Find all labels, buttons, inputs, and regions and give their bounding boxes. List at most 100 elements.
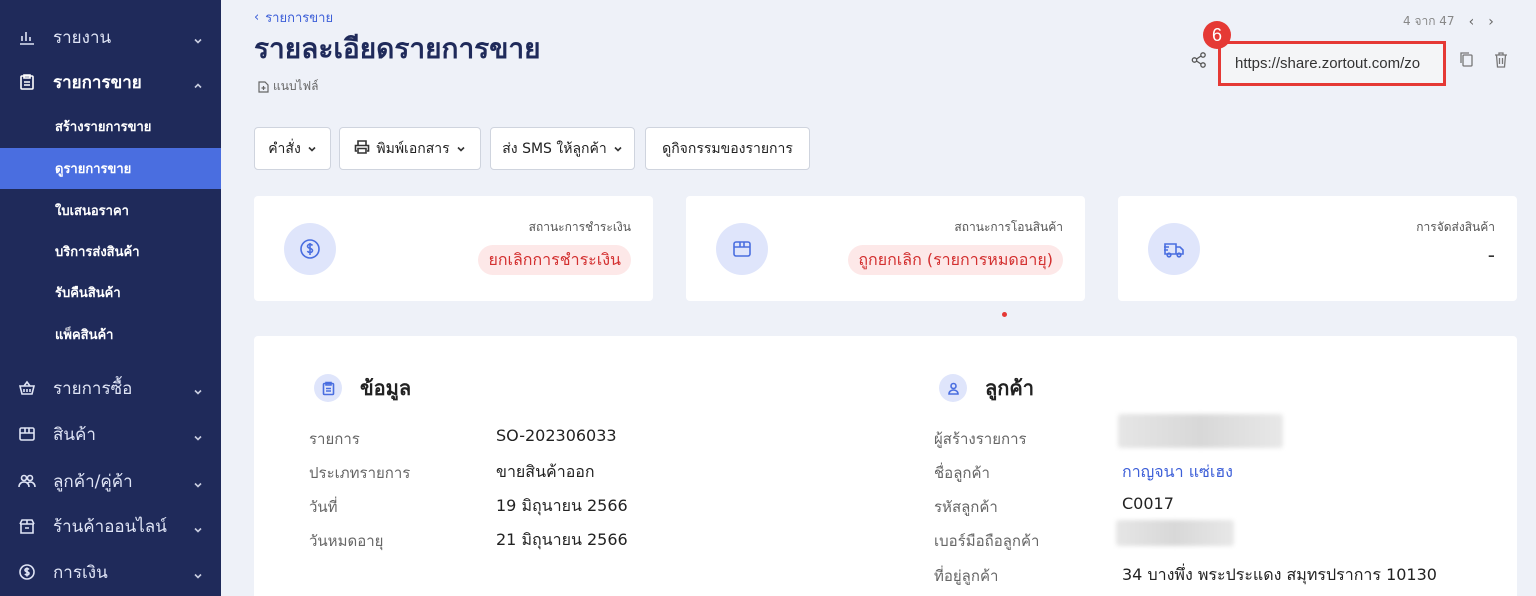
sidebar-item-label: ร้านค้าออนไลน์: [53, 516, 167, 537]
info-label: ประเภทรายการ: [309, 464, 411, 482]
pager-text: 4 จาก 47: [1403, 14, 1455, 28]
sidebar-item-label: รายการขาย: [53, 72, 142, 93]
printer-icon: [354, 139, 370, 159]
customer-label: ที่อยู่ลูกค้า: [934, 567, 999, 585]
sidebar-item-products[interactable]: สินค้า: [0, 414, 221, 454]
bar-chart-icon: [17, 27, 37, 47]
sidebar-item-label: การเงิน: [53, 562, 108, 583]
trash-icon[interactable]: [1493, 51, 1509, 69]
chevron-left-icon: ‹: [254, 10, 260, 25]
sidebar-item-label: สินค้า: [53, 424, 96, 445]
chevron-down-icon: [193, 382, 203, 395]
info-label: วันที่: [309, 498, 338, 516]
transfer-status-badge: ถูกยกเลิก (รายการหมดอายุ): [848, 245, 1063, 275]
prev-record-button[interactable]: ‹: [1469, 14, 1475, 30]
dollar-circle-icon: [17, 562, 37, 582]
info-label: รายการ: [309, 430, 360, 448]
customer-label: ชื่อลูกค้า: [934, 464, 990, 482]
box-icon: [17, 424, 37, 444]
sidebar-subitem-label: ดูรายการขาย: [55, 162, 132, 177]
sms-label: ส่ง SMS ให้ลูกค้า: [502, 140, 607, 157]
breadcrumb-back-link[interactable]: ‹ รายการขาย: [254, 7, 333, 28]
sidebar-subitem-quotation[interactable]: ใบเสนอราคา: [0, 190, 221, 231]
sidebar-item-reports[interactable]: รายงาน: [0, 17, 221, 57]
command-label: คำสั่ง: [268, 140, 301, 157]
sidebar-subitem-label: บริการส่งสินค้า: [55, 245, 140, 260]
customer-label: รหัสลูกค้า: [934, 498, 998, 516]
red-dot-marker: [1002, 312, 1007, 317]
info-heading-text: ข้อมูล: [360, 376, 412, 400]
command-dropdown-button[interactable]: คำสั่ง: [254, 127, 331, 170]
users-icon: [17, 471, 37, 491]
share-url-field[interactable]: https://share.zortout.com/zo: [1218, 41, 1446, 86]
chevron-down-icon: [308, 146, 316, 152]
info-value: ขายสินค้าออก: [496, 462, 595, 481]
redacted-phone: [1116, 520, 1234, 546]
customer-label: ผู้สร้างรายการ: [934, 430, 1027, 448]
payment-status-card: สถานะการชำระเงิน ยกเลิกการชำระเงิน: [254, 196, 653, 301]
chevron-down-icon: [614, 146, 622, 152]
sidebar-item-label: รายการซื้อ: [53, 378, 133, 399]
dollar-icon: [284, 223, 336, 275]
customer-value: C0017: [1122, 494, 1174, 513]
sidebar-subitem-packing[interactable]: แพ็คสินค้า: [0, 314, 221, 355]
print-label: พิมพ์เอกสาร: [376, 140, 450, 157]
sidebar-subitem-label: แพ็คสินค้า: [55, 328, 114, 343]
sidebar-subitem-view-sales[interactable]: ดูรายการขาย: [0, 148, 221, 189]
clipboard-icon: [17, 72, 37, 92]
basket-icon: [17, 378, 37, 398]
shipping-status-label: การจัดส่งสินค้า: [1416, 220, 1495, 234]
pager: 4 จาก 47 ‹ ›: [1403, 12, 1494, 31]
chevron-down-icon: [457, 146, 465, 152]
customer-label: เบอร์มือถือลูกค้า: [934, 532, 1040, 550]
info-section-heading: ข้อมูล: [314, 372, 411, 404]
info-label: วันหมดอายุ: [309, 532, 384, 550]
customer-heading-text: ลูกค้า: [985, 376, 1034, 400]
sidebar-item-sales[interactable]: รายการขาย: [0, 62, 221, 102]
store-icon: [17, 516, 37, 536]
detail-panel: ข้อมูล รายการ SO-202306033 ประเภทรายการ …: [254, 336, 1517, 596]
redacted-creator: [1118, 414, 1283, 448]
sidebar-item-label: ลูกค้า/คู่ค้า: [53, 471, 133, 492]
print-document-button[interactable]: พิมพ์เอกสาร: [339, 127, 481, 170]
clipboard-icon: [314, 374, 342, 402]
attach-file-link[interactable]: แนบไฟล์: [258, 77, 318, 96]
transfer-status-card: สถานะการโอนสินค้า ถูกยกเลิก (รายการหมดอา…: [686, 196, 1085, 301]
send-sms-button[interactable]: ส่ง SMS ให้ลูกค้า: [490, 127, 635, 170]
customer-name-link[interactable]: กาญจนา แซ่เฮง: [1122, 460, 1233, 485]
sidebar-item-contacts[interactable]: ลูกค้า/คู่ค้า: [0, 461, 221, 501]
sidebar-subitem-label: ใบเสนอราคา: [55, 204, 129, 219]
truck-icon: [1148, 223, 1200, 275]
chevron-down-icon: [193, 475, 203, 488]
activity-label: ดูกิจกรรมของรายการ: [662, 140, 793, 157]
sidebar-item-finance[interactable]: การเงิน: [0, 552, 221, 592]
payment-status-badge: ยกเลิกการชำระเงิน: [478, 245, 631, 275]
chevron-up-icon: [193, 76, 203, 89]
user-icon: [939, 374, 967, 402]
sidebar-subitem-create-sale[interactable]: สร้างรายการขาย: [0, 106, 221, 147]
chevron-down-icon: [193, 520, 203, 533]
file-icon: [258, 80, 269, 93]
page-title: รายละเอียดรายการขาย: [254, 32, 541, 65]
copy-icon[interactable]: [1459, 51, 1475, 69]
sidebar-subitem-label: รับคืนสินค้า: [55, 286, 121, 301]
share-url-text: https://share.zortout.com/zo: [1235, 55, 1421, 72]
next-record-button[interactable]: ›: [1488, 14, 1494, 30]
sidebar-item-purchases[interactable]: รายการซื้อ: [0, 368, 221, 408]
share-icon[interactable]: [1190, 51, 1208, 69]
sidebar-subitem-shipping[interactable]: บริการส่งสินค้า: [0, 231, 221, 272]
info-value: SO-202306033: [496, 426, 617, 445]
customer-section-heading: ลูกค้า: [939, 372, 1034, 404]
customer-address: 34 บางพึ่ง พระประแดง สมุทรปราการ 10130: [1122, 565, 1437, 584]
view-activity-button[interactable]: ดูกิจกรรมของรายการ: [645, 127, 810, 170]
payment-status-label: สถานะการชำระเงิน: [528, 220, 631, 234]
info-value: 19 มิถุนายน 2566: [496, 496, 628, 515]
sidebar-item-online-store[interactable]: ร้านค้าออนไลน์: [0, 506, 221, 546]
sidebar-subitem-returns[interactable]: รับคืนสินค้า: [0, 272, 221, 313]
shipping-status-value: -: [1487, 243, 1495, 267]
info-value: 21 มิถุนายน 2566: [496, 530, 628, 549]
chevron-down-icon: [193, 31, 203, 44]
step-badge: 6: [1203, 21, 1231, 49]
sidebar-subitem-label: สร้างรายการขาย: [55, 120, 152, 135]
shipping-status-card: การจัดส่งสินค้า -: [1118, 196, 1517, 301]
